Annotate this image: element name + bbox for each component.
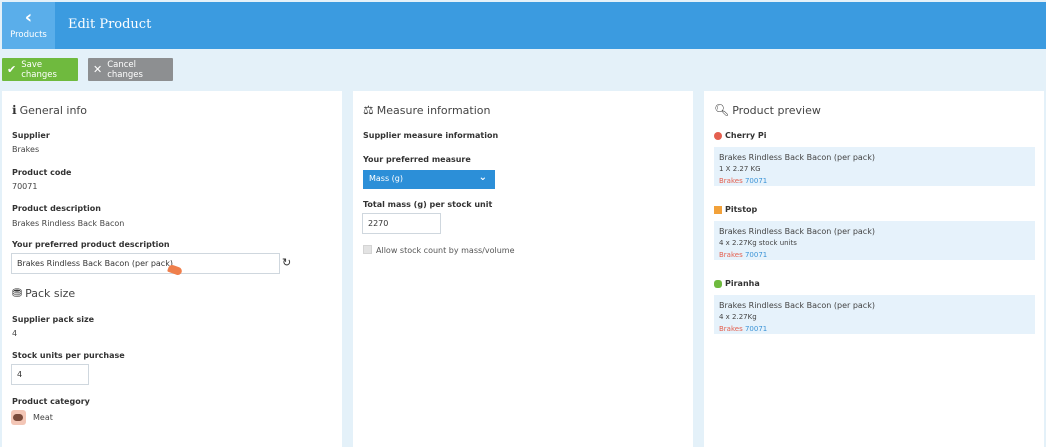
preview-card: Brakes Rindless Back Bacon (per pack) 4 … bbox=[714, 295, 1035, 334]
total-mass-label: Total mass (g) per stock unit bbox=[363, 200, 493, 209]
cancel-button-label: Cancel changes bbox=[107, 59, 143, 80]
pack-size-title: Pack size bbox=[25, 286, 76, 300]
brand-logo-icon bbox=[714, 279, 722, 288]
brand-pitstop: Pitstop bbox=[714, 205, 757, 214]
general-info-panel: ℹ General info Supplier Brakes Product c… bbox=[2, 91, 342, 447]
preferred-description-input[interactable]: Brakes Rindless Back Bacon (per pack) bbox=[11, 253, 280, 274]
preferred-measure-value: Mass (g) bbox=[369, 174, 404, 183]
preview-pack-info: 1 X 2.27 KG bbox=[719, 165, 761, 173]
info-icon: ℹ bbox=[12, 103, 17, 117]
brand-name: Piranha bbox=[725, 279, 760, 288]
boxes-icon: ⛃ bbox=[12, 286, 23, 300]
preview-code: 70071 bbox=[744, 325, 768, 333]
supplier-pack-size-value: 4 bbox=[12, 329, 18, 338]
preferred-measure-select[interactable]: Mass (g) ⌄ bbox=[363, 170, 495, 189]
preview-card: Brakes Rindless Back Bacon (per pack) 1 … bbox=[714, 147, 1035, 186]
preferred-description-label: Your preferred product description bbox=[12, 240, 170, 249]
save-button-label: Save changes bbox=[21, 59, 57, 80]
product-preview-panel: 🔍︎ Product preview Cherry Pi Brakes Rind… bbox=[704, 91, 1044, 447]
brand-name: Cherry Pi bbox=[725, 131, 767, 140]
product-category-label: Product category bbox=[12, 397, 90, 406]
back-to-products-button[interactable]: ‹ Products bbox=[2, 2, 55, 49]
preview-code: 70071 bbox=[744, 177, 768, 185]
chevron-left-icon: ‹ bbox=[24, 7, 33, 28]
product-description-label: Product description bbox=[12, 204, 101, 213]
meat-icon bbox=[11, 410, 26, 425]
preview-supplier-code: Brakes 70071 bbox=[719, 325, 1030, 333]
brand-name: Pitstop bbox=[725, 205, 758, 214]
measure-info-heading: ⚖ Measure information bbox=[363, 103, 491, 117]
preview-pack-info: 4 x 2.27Kg stock units bbox=[719, 239, 797, 247]
measure-info-panel: ⚖ Measure information Supplier measure i… bbox=[353, 91, 693, 447]
preview-supplier-code: Brakes 70071 bbox=[719, 177, 1030, 185]
preferred-measure-label: Your preferred measure bbox=[363, 155, 471, 164]
brand-logo-icon bbox=[714, 205, 722, 214]
product-description-value: Brakes Rindless Back Bacon bbox=[12, 219, 125, 228]
measure-info-title: Measure information bbox=[376, 103, 491, 117]
supplier-measure-label: Supplier measure information bbox=[363, 131, 499, 140]
chevron-down-icon: ⌄ bbox=[478, 172, 487, 183]
top-bar: ‹ Products Edit Product bbox=[2, 2, 1046, 49]
page-title: Edit Product bbox=[68, 17, 152, 32]
allow-stock-count-label: Allow stock count by mass/volume bbox=[376, 246, 515, 255]
preview-supplier: Brakes bbox=[719, 177, 743, 185]
product-code-value: 70071 bbox=[12, 182, 38, 191]
preview-code: 70071 bbox=[744, 251, 768, 259]
preview-supplier-code: Brakes 70071 bbox=[719, 251, 1030, 259]
preview-product-name: Brakes Rindless Back Bacon (per pack) bbox=[719, 153, 875, 162]
back-button-label: Products bbox=[10, 30, 47, 40]
supplier-value: Brakes bbox=[12, 145, 40, 154]
brand-cherry-pi: Cherry Pi bbox=[714, 131, 767, 140]
stock-units-label: Stock units per purchase bbox=[12, 351, 125, 360]
general-info-heading: ℹ General info bbox=[12, 103, 87, 117]
product-preview-title: Product preview bbox=[732, 103, 821, 117]
search-icon: 🔍︎ bbox=[714, 103, 730, 117]
preview-product-name: Brakes Rindless Back Bacon (per pack) bbox=[719, 301, 875, 310]
stock-units-input[interactable]: 4 bbox=[11, 364, 89, 385]
reset-icon[interactable]: ↻ bbox=[282, 256, 291, 269]
product-code-label: Product code bbox=[12, 168, 72, 177]
preview-card: Brakes Rindless Back Bacon (per pack) 4 … bbox=[714, 221, 1035, 260]
total-mass-input[interactable]: 2270 bbox=[362, 213, 441, 234]
save-button[interactable]: ✔ Save changes bbox=[2, 58, 78, 81]
product-preview-heading: 🔍︎ Product preview bbox=[714, 103, 821, 117]
preview-supplier: Brakes bbox=[719, 325, 743, 333]
product-category-value: Meat bbox=[33, 413, 53, 422]
preview-pack-info: 4 x 2.27Kg bbox=[719, 313, 757, 321]
check-icon: ✔ bbox=[7, 63, 17, 76]
scales-icon: ⚖ bbox=[363, 103, 374, 117]
pack-size-heading: ⛃ Pack size bbox=[12, 286, 75, 300]
preview-supplier: Brakes bbox=[719, 251, 743, 259]
brand-logo-icon bbox=[714, 131, 722, 140]
close-icon: ✕ bbox=[93, 63, 103, 76]
cancel-button[interactable]: ✕ Cancel changes bbox=[88, 58, 173, 81]
supplier-pack-size-label: Supplier pack size bbox=[12, 315, 95, 324]
supplier-label: Supplier bbox=[12, 131, 50, 140]
allow-stock-count-checkbox[interactable] bbox=[363, 245, 372, 254]
brand-piranha: Piranha bbox=[714, 279, 760, 288]
preview-product-name: Brakes Rindless Back Bacon (per pack) bbox=[719, 227, 875, 236]
general-info-title: General info bbox=[19, 103, 88, 117]
